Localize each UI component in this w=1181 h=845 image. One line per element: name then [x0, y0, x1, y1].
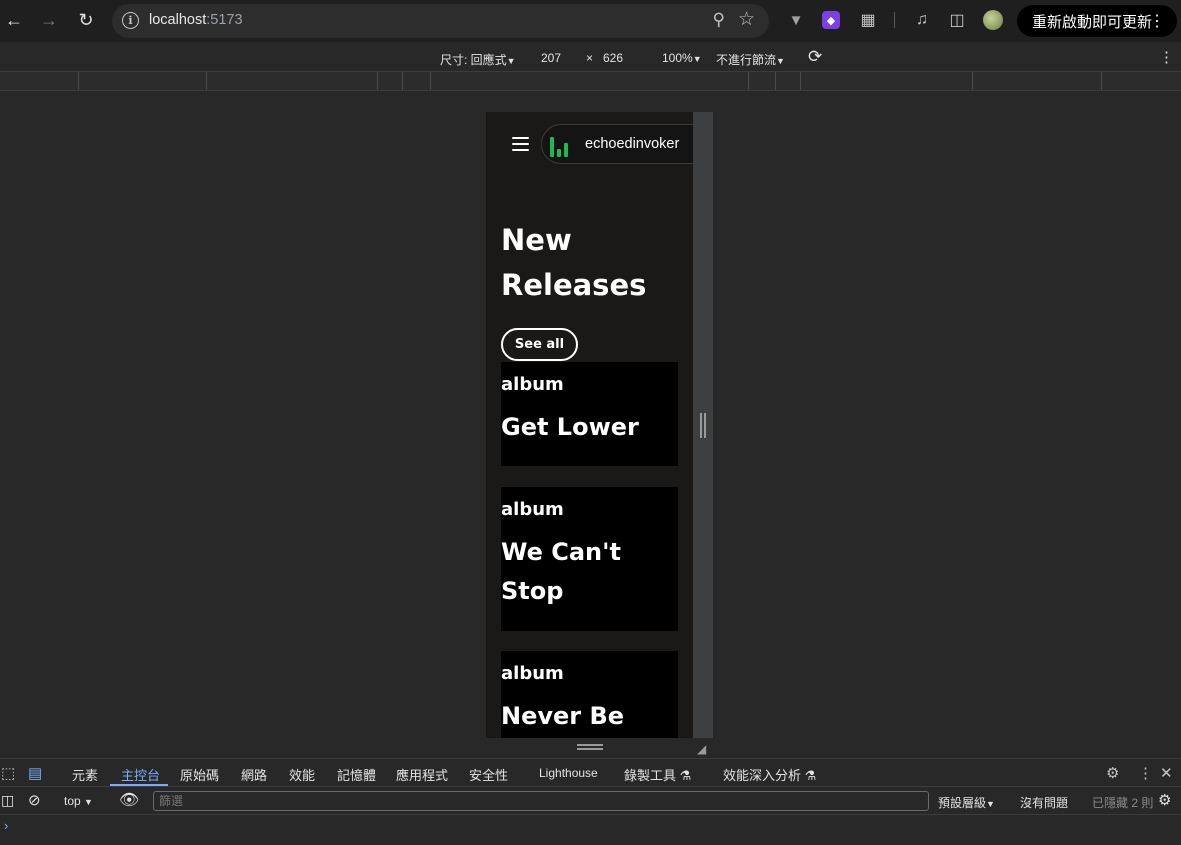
devtools-tabbar: ⬚ ▤ 元素 主控台 原始碼 網路 效能 記憶體 應用程式 安全性 Lighth… [0, 759, 1181, 787]
address-bar[interactable]: i localhost:5173 ⚲ ☆ [112, 4, 769, 38]
resize-grip-bottom-icon[interactable] [577, 744, 603, 750]
section-title: New Releases [501, 223, 647, 302]
profile-avatar[interactable] [983, 10, 1003, 30]
tab-memory[interactable]: 記憶體 [337, 765, 376, 784]
card-title: We Can't Stop [501, 538, 621, 605]
flask-icon: ⚗ [679, 768, 692, 783]
device-viewport: echoedinvoker New Releases See all album… [486, 112, 693, 738]
toolbar-divider [894, 12, 895, 28]
tab-performance[interactable]: 效能 [289, 765, 315, 784]
zoom-icon[interactable]: ⚲ [713, 10, 725, 30]
resize-grip-icon[interactable] [700, 413, 706, 438]
card-type: album [501, 374, 564, 395]
flask-icon: ⚗ [804, 768, 817, 783]
puzzle-icon[interactable]: ▦ [858, 9, 878, 31]
album-card[interactable]: album We Can't Stop [501, 487, 678, 631]
clear-console-icon[interactable]: ⊘ [28, 791, 41, 809]
width-input[interactable]: 207 [541, 51, 561, 65]
tab-network[interactable]: 網路 [241, 765, 267, 784]
hidden-messages-count: 已隱藏 2 則 [1092, 796, 1154, 810]
eye-icon[interactable]: 👁 [119, 790, 139, 810]
kebab-icon[interactable]: ⋮ [1138, 764, 1153, 782]
vue-devtools-icon[interactable]: ▼ [786, 9, 806, 31]
context-selector[interactable]: top ▼ [64, 794, 93, 808]
url-text[interactable]: localhost:5173 [149, 12, 243, 28]
tab-performance-insights[interactable]: 效能深入分析 ⚗ [723, 765, 816, 784]
tab-console[interactable]: 主控台 [121, 765, 160, 784]
card-title: Get Lower [501, 413, 639, 441]
album-card[interactable]: album Get Lower [501, 362, 678, 466]
sidebar-toggle-icon[interactable]: ◫ [1, 792, 14, 809]
app-header: echoedinvoker [486, 112, 693, 176]
hamburger-menu-icon[interactable] [512, 137, 529, 151]
tab-application[interactable]: 應用程式 [396, 765, 448, 784]
relaunch-update-label: 重新啟動即可更新 [1032, 13, 1153, 31]
device-toggle-icon[interactable]: ▤ [28, 764, 42, 782]
tab-sources[interactable]: 原始碼 [180, 765, 219, 784]
height-input[interactable]: 626 [603, 51, 623, 65]
browser-toolbar: ← → ↻ i localhost:5173 ⚲ ☆ ▼ ◆ ▦ ♫ ◫ 重新啟… [0, 0, 1181, 42]
star-icon[interactable]: ☆ [738, 8, 755, 31]
console-prompt[interactable]: › [4, 818, 8, 833]
bar-chart-logo-icon [548, 133, 574, 157]
tab-recorder[interactable]: 錄製工具 ⚗ [624, 765, 691, 784]
relaunch-update-button[interactable]: 重新啟動即可更新 ⋮ [1017, 5, 1177, 37]
issues-counter[interactable]: 沒有問題 [1020, 794, 1068, 811]
brand-badge[interactable]: echoedinvoker [541, 124, 693, 164]
forward-arrow-icon[interactable]: → [38, 9, 60, 31]
gear-icon[interactable]: ⚙ [1158, 791, 1171, 809]
media-control-icon[interactable]: ♫ [912, 9, 932, 31]
rotate-icon[interactable]: ⟳ [808, 47, 822, 67]
card-type: album [501, 663, 564, 684]
tab-elements[interactable]: 元素 [72, 765, 98, 784]
console-filter-input[interactable] [153, 791, 929, 811]
gear-icon[interactable]: ⚙ [1106, 764, 1119, 782]
corner-resize-icon[interactable]: ◢ [697, 742, 706, 756]
side-panel-icon[interactable]: ◫ [948, 9, 966, 31]
main-content: New Releases See all album Get Lower alb… [486, 176, 693, 738]
active-tab-indicator [110, 784, 168, 786]
see-all-button[interactable]: See all [501, 328, 578, 361]
card-title: Never Be [501, 702, 625, 730]
times-sign: × [586, 51, 594, 65]
kebab-icon[interactable]: ⋮ [1159, 48, 1174, 66]
purple-extension-icon[interactable]: ◆ [822, 11, 840, 29]
log-levels-dropdown[interactable]: 預設層級▼ [938, 794, 995, 811]
back-arrow-icon[interactable]: ← [3, 9, 25, 31]
info-icon[interactable]: i [122, 12, 139, 29]
tab-lighthouse[interactable]: Lighthouse [539, 766, 598, 780]
card-type: album [501, 499, 564, 520]
reload-icon[interactable]: ↻ [75, 9, 97, 31]
zoom-dropdown[interactable]: 100%▼ [662, 51, 702, 65]
album-card[interactable]: album Never Be [501, 651, 678, 738]
brand-name: echoedinvoker [585, 136, 680, 152]
close-icon[interactable]: ✕ [1160, 764, 1173, 782]
devtools-panel: ⬚ ▤ 元素 主控台 原始碼 網路 效能 記憶體 應用程式 安全性 Lighth… [0, 758, 1181, 845]
media-query-ruler [0, 72, 1181, 91]
inspect-element-icon[interactable]: ⬚ [1, 764, 15, 782]
kebab-icon[interactable]: ⋮ [1149, 11, 1165, 31]
dimensions-dropdown[interactable]: 尺寸: 回應式▼ [440, 51, 516, 68]
tab-security[interactable]: 安全性 [469, 765, 508, 784]
console-toolbar: ◫ ⊘ top ▼ 👁 預設層級▼ 沒有問題 已隱藏 2 則 ⚙ [0, 787, 1181, 815]
throttling-dropdown[interactable]: 不進行節流▼ [716, 51, 785, 68]
device-toolbar: 尺寸: 回應式▼ 207 × 626 100%▼ 不進行節流▼ ⟳ ⋮ [0, 42, 1181, 72]
